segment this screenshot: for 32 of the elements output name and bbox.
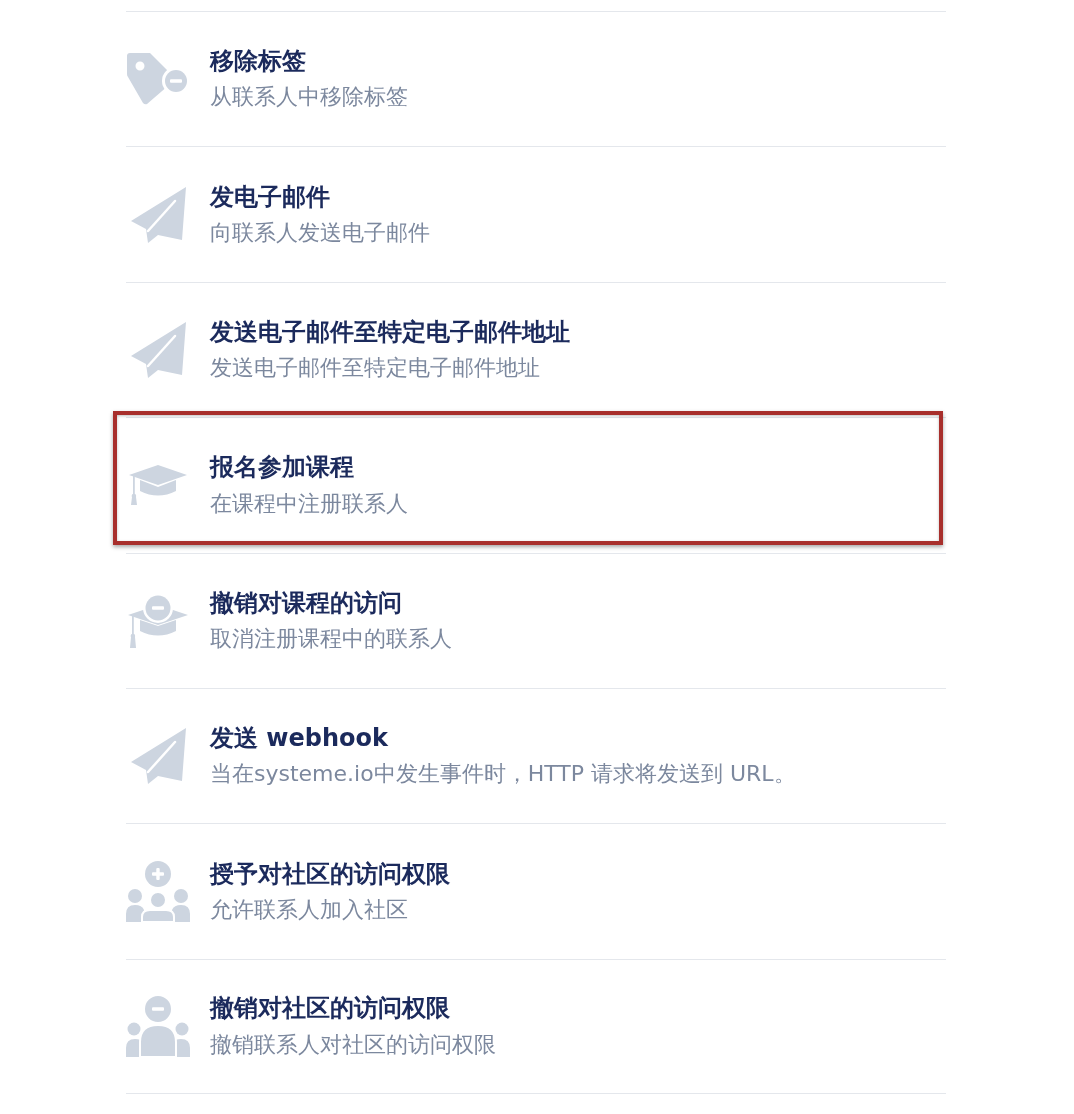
paper-plane-icon	[129, 185, 187, 244]
action-item[interactable]: 发电子邮件 向联系人发送电子邮件	[126, 146, 946, 282]
action-item[interactable]: 撤销对课程的访问 取消注册课程中的联系人	[126, 552, 946, 688]
action-item[interactable]: 发送电子邮件至特定电子邮件地址 发送电子邮件至特定电子邮件地址	[126, 281, 946, 418]
action-title: 发送 webhook	[210, 723, 389, 755]
action-description: 从联系人中移除标签	[210, 83, 408, 112]
paper-plane-icon	[129, 320, 187, 379]
graduation-cap-icon	[128, 464, 188, 507]
action-item[interactable]: 移除标签 从联系人中移除标签	[126, 11, 946, 147]
action-description: 撤销联系人对社区的访问权限	[210, 1030, 496, 1059]
paper-plane-icon	[129, 727, 187, 786]
action-description: 允许联系人加入社区	[210, 895, 409, 924]
action-item[interactable]: 发送 webhook 当在systeme.io中发生事件时，HTTP 请求将发送到 URL。	[126, 687, 946, 824]
action-title: 移除标签	[210, 46, 307, 78]
action-description: 取消注册课程中的联系人	[210, 625, 452, 653]
graduation-cap-minus-icon	[127, 592, 189, 649]
action-description: 向联系人发送电子邮件	[210, 218, 430, 247]
action-description: 当在systeme.io中发生事件时，HTTP 请求将发送到 URL。	[210, 760, 796, 789]
action-item[interactable]: 授予对社区的访问权限 允许联系人加入社区	[126, 823, 946, 959]
action-description: 在课程中注册联系人	[210, 489, 408, 518]
action-title: 发电子邮件	[210, 181, 331, 213]
action-title: 发送电子邮件至特定电子邮件地址	[210, 317, 570, 349]
action-title: 撤销对社区的访问权限	[210, 993, 451, 1025]
action-item[interactable]: 撤销对社区的访问权限 撤销联系人对社区的访问权限	[126, 958, 946, 1094]
tag-minus-icon	[126, 52, 190, 107]
action-title: 报名参加课程	[210, 452, 355, 484]
action-description: 发送电子邮件至特定电子邮件地址	[210, 354, 541, 383]
users-minus-icon	[126, 994, 190, 1059]
action-title: 撤销对课程的访问	[210, 587, 403, 619]
action-item[interactable]: 报名参加课程 在课程中注册联系人	[126, 417, 946, 553]
users-plus-icon	[126, 860, 190, 923]
action-title: 授予对社区的访问权限	[210, 858, 450, 890]
